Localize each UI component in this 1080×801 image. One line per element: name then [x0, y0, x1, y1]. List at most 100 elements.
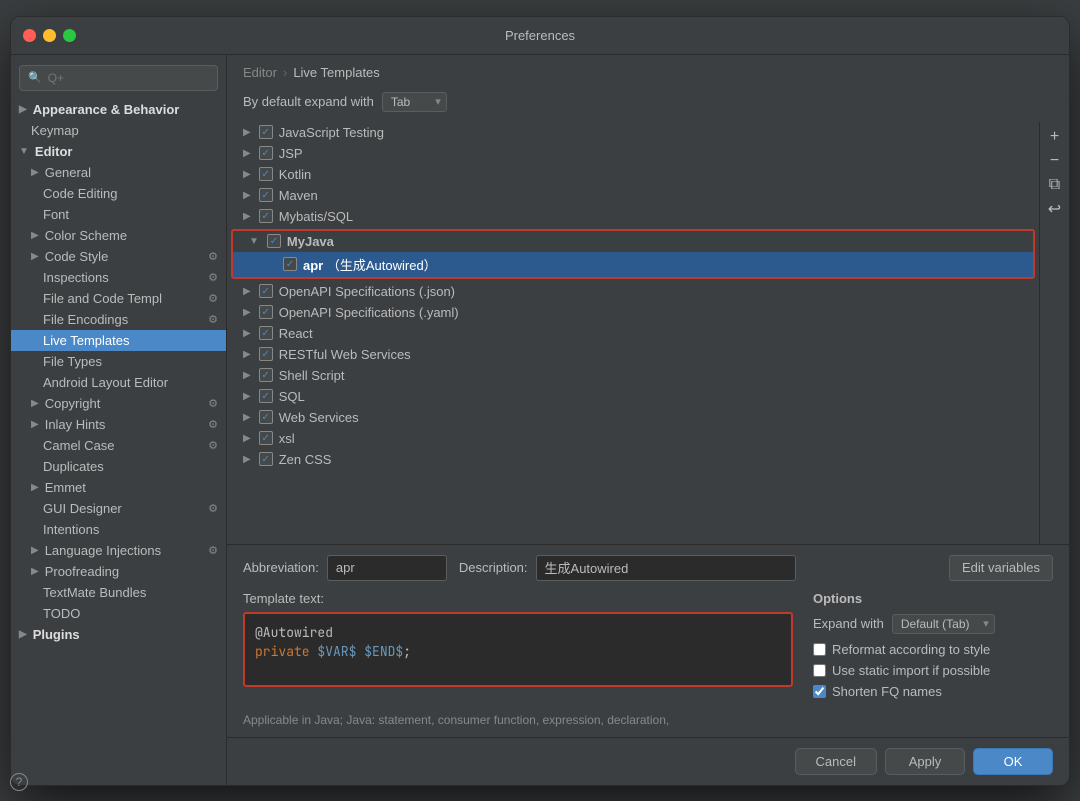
tree-item-restful[interactable]: ▶ RESTful Web Services	[227, 344, 1039, 365]
remove-template-button[interactable]: −	[1044, 150, 1066, 172]
checkbox-restful[interactable]	[259, 347, 273, 361]
sidebar-item-intentions[interactable]: Intentions	[11, 519, 226, 540]
checkbox-mybatis[interactable]	[259, 209, 273, 223]
checkbox-zen-css[interactable]	[259, 452, 273, 466]
reset-template-button[interactable]: ↩	[1044, 198, 1066, 220]
tree-item-kotlin[interactable]: ▶ Kotlin	[227, 164, 1039, 185]
tree-item-mybatis[interactable]: ▶ Mybatis/SQL	[227, 206, 1039, 227]
abbreviation-input[interactable]	[327, 555, 447, 581]
gear-icon: ⚙	[208, 418, 218, 431]
search-box[interactable]: 🔍	[19, 65, 218, 91]
tree-item-zen-css[interactable]: ▶ Zen CSS	[227, 449, 1039, 470]
checkbox-xsl[interactable]	[259, 431, 273, 445]
chevron-icon: ▶	[243, 370, 251, 381]
sidebar-item-inlay-hints[interactable]: ▶ Inlay Hints ⚙	[11, 414, 226, 435]
tree-item-sql[interactable]: ▶ SQL	[227, 386, 1039, 407]
checkbox-myjava[interactable]	[267, 234, 281, 248]
checkbox-sql[interactable]	[259, 389, 273, 403]
sidebar-item-textmate-bundles[interactable]: TextMate Bundles	[11, 582, 226, 603]
checkbox-jsp[interactable]	[259, 146, 273, 160]
edit-variables-button[interactable]: Edit variables	[949, 555, 1053, 581]
sidebar-item-keymap[interactable]: Keymap	[11, 120, 226, 141]
checkbox-react[interactable]	[259, 326, 273, 340]
reformat-checkbox[interactable]	[813, 643, 826, 656]
checkbox-javascript-testing[interactable]	[259, 125, 273, 139]
sidebar-item-general[interactable]: ▶ General	[11, 162, 226, 183]
item-label: Web Services	[279, 410, 359, 425]
sidebar-item-live-templates[interactable]: Live Templates	[11, 330, 226, 351]
tree-item-apr[interactable]: apr （生成Autowired）	[233, 252, 1033, 277]
tree-item-web-services[interactable]: ▶ Web Services	[227, 407, 1039, 428]
sidebar-item-font[interactable]: Font	[11, 204, 226, 225]
sidebar-item-gui-designer[interactable]: GUI Designer ⚙	[11, 498, 226, 519]
maximize-button[interactable]	[63, 29, 76, 42]
close-button[interactable]	[23, 29, 36, 42]
sidebar-item-appearance[interactable]: ▶ Appearance & Behavior	[11, 99, 226, 120]
description-input[interactable]	[536, 555, 796, 581]
tree-item-jsp[interactable]: ▶ JSP	[227, 143, 1039, 164]
sidebar-item-file-encodings[interactable]: File Encodings ⚙	[11, 309, 226, 330]
copy-template-button[interactable]: ⧉	[1044, 174, 1066, 196]
sidebar-item-language-injections[interactable]: ▶ Language Injections ⚙	[11, 540, 226, 561]
sidebar-label: Code Style	[45, 249, 109, 264]
checkbox-kotlin[interactable]	[259, 167, 273, 181]
expand-with-select-wrapper[interactable]: Default (Tab) Tab Enter Space	[892, 614, 995, 634]
tree-item-javascript-testing[interactable]: ▶ JavaScript Testing	[227, 122, 1039, 143]
sidebar-item-camel-case[interactable]: Camel Case ⚙	[11, 435, 226, 456]
sidebar-item-copyright[interactable]: ▶ Copyright ⚙	[11, 393, 226, 414]
sidebar-label: TODO	[43, 606, 80, 621]
shorten-fq-checkbox[interactable]	[813, 685, 826, 698]
gear-icon: ⚙	[208, 313, 218, 326]
abbreviation-group: Abbreviation:	[243, 555, 447, 581]
tree-item-maven[interactable]: ▶ Maven	[227, 185, 1039, 206]
sidebar-item-plugins[interactable]: ▶ Plugins	[11, 624, 226, 645]
expand-with-select[interactable]: Default (Tab) Tab Enter Space	[892, 614, 995, 634]
sidebar-item-android-layout[interactable]: Android Layout Editor	[11, 372, 226, 393]
sidebar: 🔍 ▶ Appearance & Behavior Keymap ▼ Edito…	[11, 55, 227, 785]
chevron-icon: ▶	[243, 286, 251, 297]
sidebar-item-proofreading[interactable]: ▶ Proofreading	[11, 561, 226, 582]
help-icon[interactable]: ?	[10, 773, 28, 786]
sidebar-item-file-code-templ[interactable]: File and Code Templ ⚙	[11, 288, 226, 309]
expand-bar: By default expand with Tab Enter Space	[227, 88, 1069, 122]
sidebar-label: Appearance & Behavior	[33, 102, 180, 117]
sidebar-item-inspections[interactable]: Inspections ⚙	[11, 267, 226, 288]
sidebar-item-code-editing[interactable]: Code Editing	[11, 183, 226, 204]
apply-button[interactable]: Apply	[885, 748, 965, 775]
chevron-icon: ▼	[19, 146, 29, 157]
checkbox-openapi-yaml[interactable]	[259, 305, 273, 319]
tree-item-openapi-json[interactable]: ▶ OpenAPI Specifications (.json)	[227, 281, 1039, 302]
expand-select[interactable]: Tab Enter Space	[382, 92, 447, 112]
minimize-button[interactable]	[43, 29, 56, 42]
checkbox-web-services[interactable]	[259, 410, 273, 424]
search-input[interactable]	[48, 71, 209, 85]
sidebar-item-todo[interactable]: TODO	[11, 603, 226, 624]
sidebar-item-code-style[interactable]: ▶ Code Style ⚙	[11, 246, 226, 267]
sidebar-item-color-scheme[interactable]: ▶ Color Scheme	[11, 225, 226, 246]
tree-item-xsl[interactable]: ▶ xsl	[227, 428, 1039, 449]
cancel-button[interactable]: Cancel	[795, 748, 877, 775]
sidebar-item-emmet[interactable]: ▶ Emmet	[11, 477, 226, 498]
tree-item-openapi-yaml[interactable]: ▶ OpenAPI Specifications (.yaml)	[227, 302, 1039, 323]
breadcrumb-parent: Editor	[243, 65, 277, 80]
template-area: ▶ JavaScript Testing ▶ JSP ▶ Kotlin	[227, 122, 1069, 544]
add-template-button[interactable]: +	[1044, 126, 1066, 148]
checkbox-openapi-json[interactable]	[259, 284, 273, 298]
tree-item-myjava[interactable]: ▼ MyJava	[233, 231, 1033, 252]
sidebar-label: Emmet	[45, 480, 86, 495]
sidebar-item-editor[interactable]: ▼ Editor	[11, 141, 226, 162]
static-import-label: Use static import if possible	[832, 663, 990, 678]
template-editor[interactable]: @Autowired private $VAR$ $END$;	[243, 612, 793, 687]
chevron-icon: ▶	[243, 190, 251, 201]
static-import-checkbox[interactable]	[813, 664, 826, 677]
tree-item-react[interactable]: ▶ React	[227, 323, 1039, 344]
ok-button[interactable]: OK	[973, 748, 1053, 775]
checkbox-maven[interactable]	[259, 188, 273, 202]
expand-select-wrapper[interactable]: Tab Enter Space	[382, 92, 447, 112]
tree-item-shell-script[interactable]: ▶ Shell Script	[227, 365, 1039, 386]
checkbox-apr[interactable]	[283, 257, 297, 271]
sidebar-item-duplicates[interactable]: Duplicates	[11, 456, 226, 477]
item-label: Zen CSS	[279, 452, 332, 467]
checkbox-shell[interactable]	[259, 368, 273, 382]
sidebar-item-file-types[interactable]: File Types	[11, 351, 226, 372]
